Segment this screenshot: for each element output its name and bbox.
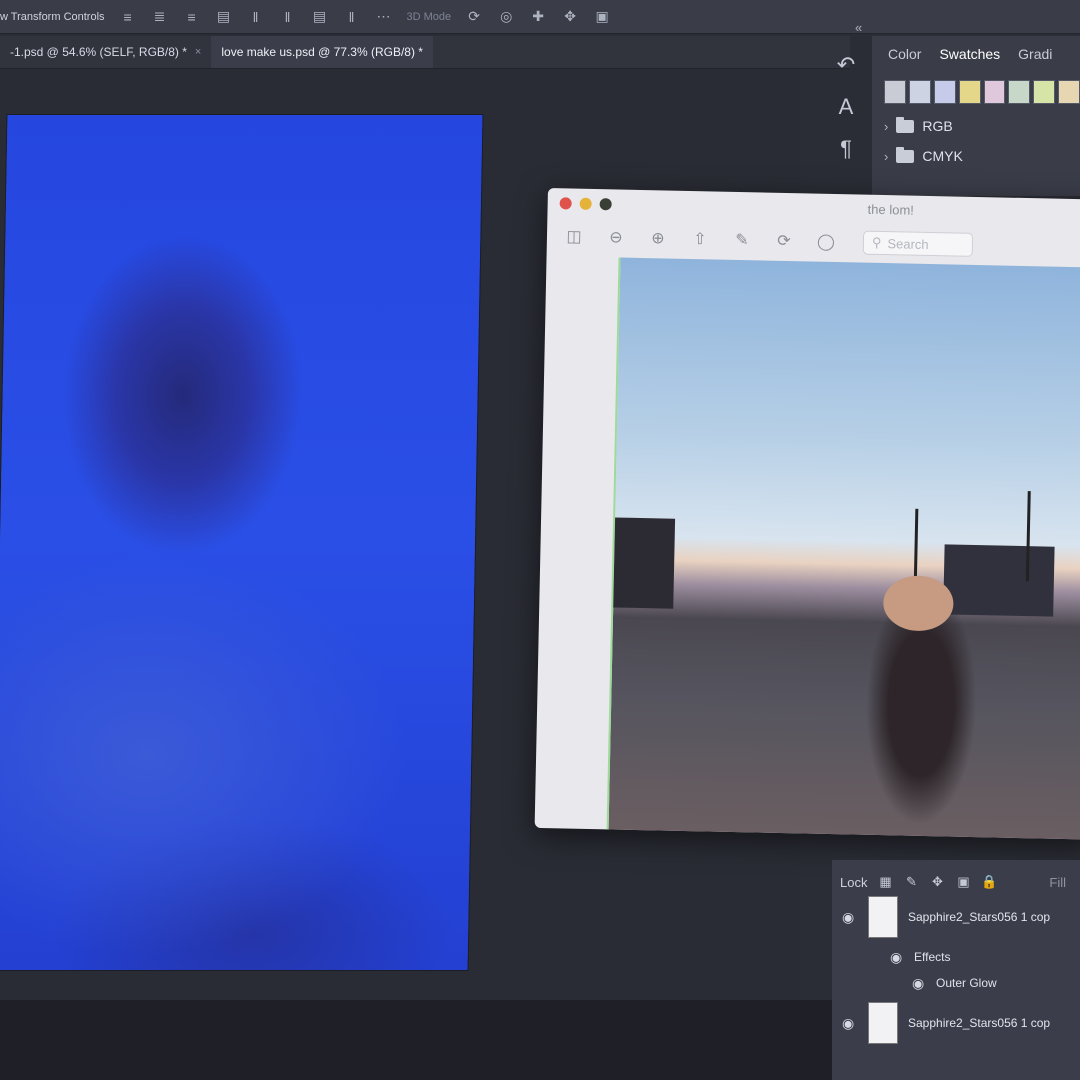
chevron-right-icon[interactable]: › <box>884 149 888 164</box>
more-options-icon[interactable]: ⋯ <box>375 8 393 26</box>
photo-pole <box>913 508 919 579</box>
window-title: the lom! <box>867 201 915 218</box>
fill-label[interactable]: Fill <box>1049 875 1080 890</box>
swatch[interactable] <box>983 80 1006 104</box>
layers-panel: Lock ▦ ✎ ✥ ▣ 🔒 Fill ◉ Sapphire2_Stars056… <box>832 860 1080 1080</box>
search-placeholder: Search <box>887 235 929 252</box>
tab-label: love make us.psd @ 77.3% (RGB/8) * <box>221 45 423 59</box>
effects-row[interactable]: ◉ Effects <box>832 944 1080 970</box>
zoom-out-icon[interactable]: ⊖ <box>603 226 629 249</box>
align-bottom-icon[interactable]: ▤ <box>311 8 329 26</box>
align-left-icon[interactable]: ≡ <box>119 8 137 26</box>
distribute-icon[interactable]: ‖ <box>343 8 361 26</box>
swatches-panel: Color Swatches Gradi › RGB › CMYK <box>872 36 1080 196</box>
layer-row[interactable]: ◉ Sapphire2_Stars056 1 cop <box>832 996 1080 1050</box>
swatch[interactable] <box>1058 80 1080 104</box>
tab-color[interactable]: Color <box>888 46 921 62</box>
effect-name: Outer Glow <box>936 976 997 990</box>
lock-label: Lock <box>840 874 868 890</box>
tab-gradients[interactable]: Gradi <box>1018 46 1052 62</box>
character-icon[interactable]: A <box>839 94 854 120</box>
swatch[interactable] <box>1033 80 1056 104</box>
visibility-eye-icon[interactable]: ◉ <box>890 949 906 966</box>
annotate-icon[interactable]: ◯ <box>813 231 839 254</box>
rotate-icon[interactable]: ⟳ <box>771 230 797 253</box>
drag-icon[interactable]: ✚ <box>529 8 547 26</box>
lock-artboard-icon[interactable]: ▣ <box>955 874 971 890</box>
markup-pen-icon[interactable]: ✎ <box>729 229 755 252</box>
align-right-icon[interactable]: ≡ <box>183 8 201 26</box>
zoom-window-button[interactable] <box>599 198 612 211</box>
history-icon[interactable]: ↶ <box>837 52 855 78</box>
share-icon[interactable]: ⇧ <box>687 228 713 251</box>
folder-icon <box>896 116 915 133</box>
swatch[interactable] <box>1008 80 1031 104</box>
layer-thumbnail <box>868 896 898 938</box>
folder-label: CMYK <box>922 148 963 164</box>
lock-position-icon[interactable]: ✥ <box>929 874 945 890</box>
canvas-image[interactable] <box>0 115 483 970</box>
align-top-icon[interactable]: ▤ <box>215 8 233 26</box>
swatch[interactable] <box>884 80 906 104</box>
folder-icon <box>896 146 915 163</box>
lock-all-icon[interactable]: 🔒 <box>981 874 997 890</box>
lock-row: Lock ▦ ✎ ✥ ▣ 🔒 Fill <box>832 860 1080 890</box>
lock-transparent-icon[interactable]: ▦ <box>877 874 893 890</box>
search-input[interactable]: ⚲ Search <box>862 230 974 257</box>
close-icon[interactable]: × <box>195 46 201 58</box>
panel-tabs: Color Swatches Gradi <box>872 36 1080 62</box>
roll-icon[interactable]: ◎ <box>497 8 515 26</box>
lock-image-icon[interactable]: ✎ <box>903 874 919 890</box>
layer-thumbnail <box>868 1002 898 1044</box>
collapse-panels-icon[interactable]: « <box>855 20 862 35</box>
recent-swatches <box>872 62 1080 104</box>
layer-name: Sapphire2_Stars056 1 cop <box>908 910 1051 924</box>
monitor-bezel <box>0 1000 832 1080</box>
preview-window: the lom! ◫ ⊖ ⊕ ⇧ ✎ ⟳ ◯ ⚲ Search <box>534 188 1080 840</box>
search-icon: ⚲ <box>871 234 882 250</box>
document-tabs: -1.psd @ 54.6% (SELF, RGB/8) * × love ma… <box>0 36 850 69</box>
preview-photo[interactable] <box>606 257 1080 840</box>
outer-glow-row[interactable]: ◉ Outer Glow <box>832 970 1080 996</box>
tab-love-make-us[interactable]: love make us.psd @ 77.3% (RGB/8) * <box>211 36 433 68</box>
distribute-h-icon[interactable]: ‖ <box>279 8 297 26</box>
swatch-folder-rgb[interactable]: › RGB <box>872 104 1080 134</box>
minimize-window-button[interactable] <box>579 197 592 210</box>
folder-label: RGB <box>922 118 953 134</box>
panel-tool-strip: ↶ A ¶ <box>822 40 870 212</box>
visibility-eye-icon[interactable]: ◉ <box>842 1015 858 1032</box>
zoom-in-icon[interactable]: ⊕ <box>645 227 671 250</box>
visibility-eye-icon[interactable]: ◉ <box>912 975 928 992</box>
transform-controls-label[interactable]: w Transform Controls <box>0 11 105 23</box>
paragraph-icon[interactable]: ¶ <box>840 136 852 162</box>
orbit-icon[interactable]: ⟳ <box>465 8 483 26</box>
tab-document-1[interactable]: -1.psd @ 54.6% (SELF, RGB/8) * × <box>0 36 211 68</box>
options-bar: w Transform Controls ≡ ≣ ≡ ▤ ‖ ‖ ▤ ‖ ⋯ 3… <box>0 0 1080 34</box>
sidebar-icon[interactable]: ◫ <box>561 225 587 248</box>
swatch[interactable] <box>933 80 956 104</box>
tab-swatches[interactable]: Swatches <box>939 46 1000 62</box>
visibility-eye-icon[interactable]: ◉ <box>842 909 858 926</box>
tab-label: -1.psd @ 54.6% (SELF, RGB/8) * <box>10 45 187 59</box>
close-window-button[interactable] <box>559 197 572 210</box>
chevron-right-icon[interactable]: › <box>884 119 888 134</box>
swatch-folder-cmyk[interactable]: › CMYK <box>872 134 1080 164</box>
swatch[interactable] <box>958 80 981 104</box>
align-center-icon[interactable]: ≣ <box>151 8 169 26</box>
layer-name: Sapphire2_Stars056 1 cop <box>908 1016 1051 1030</box>
distribute-v-icon[interactable]: ‖ <box>247 8 265 26</box>
video-icon[interactable]: ▣ <box>593 8 611 26</box>
effects-label: Effects <box>914 950 951 964</box>
layer-row[interactable]: ◉ Sapphire2_Stars056 1 cop <box>832 890 1080 944</box>
photo-house-left <box>613 517 676 609</box>
swatch[interactable] <box>908 80 931 104</box>
slide-icon[interactable]: ✥ <box>561 8 579 26</box>
3d-mode-label: 3D Mode <box>406 10 452 23</box>
